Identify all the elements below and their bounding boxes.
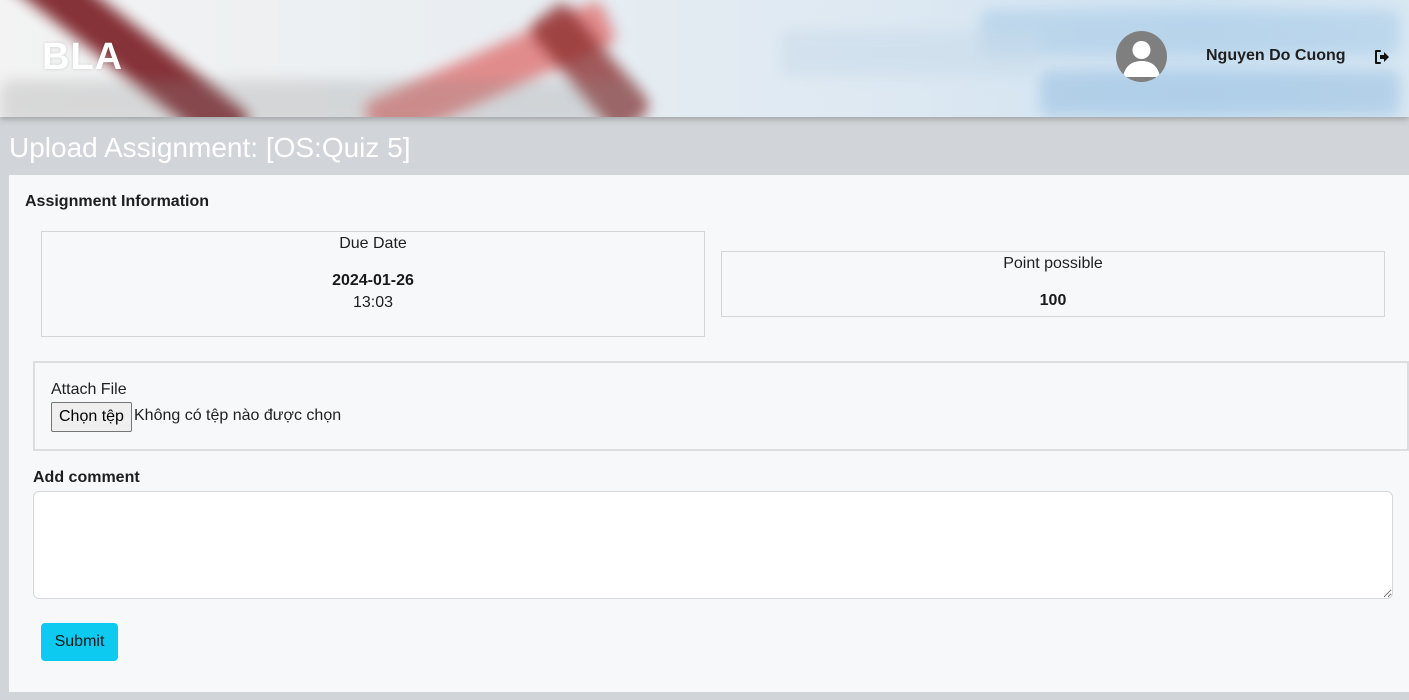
submit-button[interactable]: Submit	[41, 623, 118, 661]
points-card: Point possible 100	[721, 251, 1385, 317]
upload-panel: Assignment Information Due Date 2024-01-…	[9, 175, 1409, 692]
user-avatar-icon[interactable]	[1116, 31, 1167, 82]
comment-textarea[interactable]	[33, 491, 1393, 599]
banner-decoration	[780, 30, 1040, 76]
user-avatar-icon-svg	[1123, 41, 1160, 77]
comment-label: Add comment	[33, 469, 140, 486]
attach-file-section: Attach File Chọn tệp Không có tệp nào đư…	[33, 361, 1409, 451]
points-label: Point possible	[1003, 255, 1103, 272]
points-value: 100	[1039, 292, 1067, 309]
header-banner: BLA Nguyen Do Cuong	[0, 0, 1409, 117]
due-date-label: Due Date	[339, 235, 407, 252]
sign-out-icon[interactable]	[1373, 48, 1391, 66]
attach-file-label: Attach File	[51, 381, 127, 398]
page-title: Upload Assignment: [OS:Quiz 5]	[9, 132, 411, 163]
app-logo[interactable]: BLA	[42, 36, 123, 79]
due-time-value: 13:03	[352, 294, 394, 311]
user-name[interactable]: Nguyen Do Cuong	[1206, 47, 1346, 65]
section-title: Assignment Information	[25, 193, 210, 210]
file-status-text: Không có tệp nào được chọn	[134, 407, 342, 424]
due-date-value: 2024-01-26	[332, 272, 414, 289]
banner-decoration	[1040, 70, 1400, 116]
choose-file-button[interactable]: Chọn tệp	[51, 402, 132, 432]
due-date-card: Due Date 2024-01-26 13:03	[41, 231, 705, 337]
banner-decoration	[0, 80, 640, 117]
